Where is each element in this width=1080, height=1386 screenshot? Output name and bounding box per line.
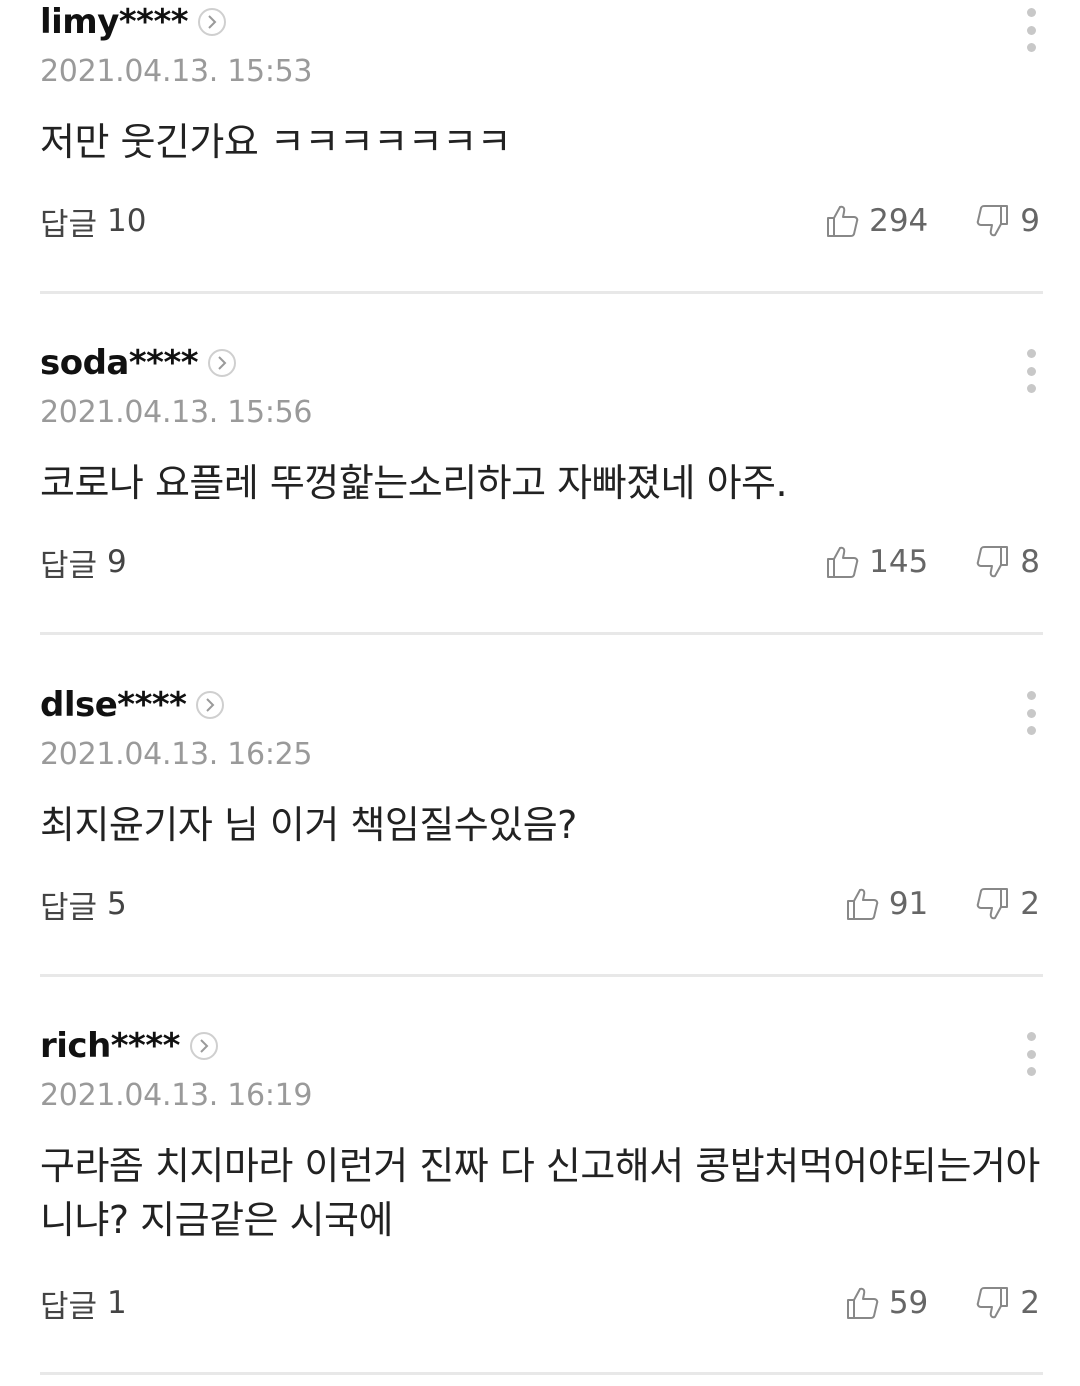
comment-date: 2021.04.13. 15:53: [40, 54, 313, 89]
like-count: 59: [888, 1285, 929, 1321]
username[interactable]: dlse****: [40, 685, 187, 725]
like-count: 145: [869, 544, 929, 580]
vote-group: 91 2: [845, 880, 1040, 928]
dislike-count: 2: [1020, 1285, 1040, 1321]
dislike-count: 2: [1020, 886, 1040, 922]
comment-author-row: rich****: [40, 1024, 218, 1068]
reply-button[interactable]: 답글 9: [40, 538, 127, 586]
dislike-button[interactable]: 8: [974, 544, 1040, 580]
divider: [40, 632, 1043, 635]
thumbs-down-icon: [977, 546, 1009, 578]
more-options-button[interactable]: [1018, 8, 1044, 52]
reply-button[interactable]: 답글 5: [40, 880, 127, 928]
chevron-right-icon: [218, 356, 227, 370]
vote-group: 145 8: [825, 538, 1040, 586]
profile-chevron-button[interactable]: [189, 1032, 218, 1060]
reply-label: 답글: [40, 889, 98, 926]
thumbs-down-icon: [977, 1287, 1009, 1319]
more-vertical-icon: [1026, 8, 1036, 17]
comment-text: 구라좀 치지마라 이런거 진짜 다 신고해서 콩밥처먹어야되는거아니냐? 지금같…: [40, 1144, 1040, 1242]
like-button[interactable]: 145: [825, 544, 928, 580]
like-count: 91: [888, 886, 929, 922]
like-button[interactable]: 59: [845, 1285, 928, 1321]
reply-label: 답글: [40, 1288, 98, 1325]
divider: [40, 1372, 1043, 1375]
comment-text: 코로나 요플레 뚜껑핥는소리하고 자빠졌네 아주.: [40, 461, 788, 505]
comment-date: 2021.04.13. 15:56: [40, 395, 313, 430]
reply-count: 10: [107, 203, 147, 239]
comment-author-row: soda****: [40, 341, 236, 385]
comment-footer: 답글 1 59 2: [0, 1279, 1080, 1327]
thumbs-down-icon: [977, 888, 1009, 920]
more-options-button[interactable]: [1018, 1032, 1044, 1076]
more-options-button[interactable]: [1018, 691, 1044, 735]
comment-date: 2021.04.13. 16:25: [40, 737, 313, 772]
reply-button[interactable]: 답글 1: [40, 1279, 127, 1327]
thumbs-up-icon: [846, 1287, 879, 1319]
username[interactable]: limy****: [40, 2, 189, 42]
reply-label: 답글: [40, 206, 98, 243]
more-options-button[interactable]: [1018, 349, 1044, 393]
comment-author-row: dlse****: [40, 683, 225, 727]
reply-label: 답글: [40, 547, 98, 584]
comment-text: 최지윤기자 님 이거 책임질수있음?: [40, 803, 577, 847]
dislike-count: 8: [1020, 544, 1040, 580]
comment-footer: 답글 10 294 9: [0, 197, 1080, 245]
dislike-button[interactable]: 2: [974, 886, 1040, 922]
comment-footer: 답글 5 91 2: [0, 880, 1080, 928]
reply-count: 1: [107, 1285, 127, 1321]
username[interactable]: rich****: [40, 1026, 180, 1066]
divider: [40, 291, 1043, 294]
dislike-count: 9: [1020, 203, 1040, 239]
like-count: 294: [869, 203, 929, 239]
comment-footer: 답글 9 145 8: [0, 538, 1080, 586]
reply-count: 5: [107, 886, 127, 922]
chevron-right-icon: [208, 15, 217, 29]
comment-text: 저만 웃긴가요 ㅋㅋㅋㅋㅋㅋㅋ: [40, 120, 512, 164]
chevron-right-icon: [200, 1039, 209, 1053]
reply-count: 9: [107, 544, 127, 580]
more-vertical-icon: [1026, 349, 1036, 358]
thumbs-up-icon: [846, 888, 879, 920]
thumbs-up-icon: [827, 546, 859, 578]
like-button[interactable]: 294: [825, 203, 928, 239]
thumbs-up-icon: [827, 205, 859, 237]
dislike-button[interactable]: 9: [974, 203, 1040, 239]
dislike-button[interactable]: 2: [974, 1285, 1040, 1321]
vote-group: 59 2: [845, 1279, 1040, 1327]
profile-chevron-button[interactable]: [208, 349, 236, 377]
more-vertical-icon: [1026, 1032, 1036, 1041]
profile-chevron-button[interactable]: [198, 8, 227, 36]
reply-button[interactable]: 답글 10: [40, 197, 147, 245]
vote-group: 294 9: [825, 197, 1040, 245]
comment-date: 2021.04.13. 16:19: [40, 1078, 313, 1113]
divider: [40, 974, 1043, 977]
more-vertical-icon: [1026, 691, 1036, 700]
chevron-right-icon: [206, 698, 215, 712]
like-button[interactable]: 91: [845, 886, 928, 922]
profile-chevron-button[interactable]: [196, 691, 225, 719]
thumbs-down-icon: [977, 205, 1009, 237]
username[interactable]: soda****: [40, 343, 199, 383]
comment-author-row: limy****: [40, 0, 227, 44]
